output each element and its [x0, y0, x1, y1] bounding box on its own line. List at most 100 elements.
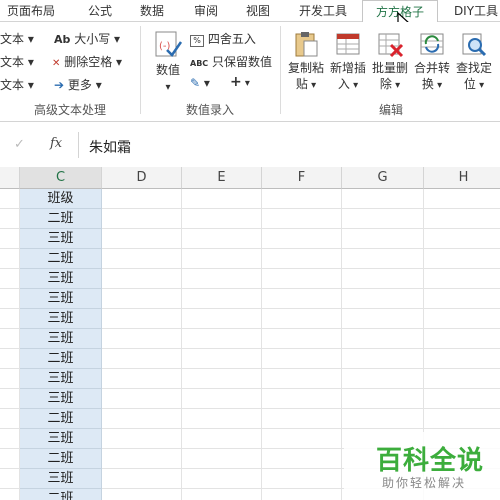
grid-cell[interactable]: [102, 449, 182, 469]
delete-space-button[interactable]: ✕ 删除空格 ▾: [52, 53, 122, 70]
cell-c[interactable]: 二班: [20, 409, 102, 429]
grid-cell[interactable]: [182, 369, 262, 389]
cell-c[interactable]: 三班: [20, 469, 102, 489]
grid-cell[interactable]: [262, 369, 342, 389]
column-header-h[interactable]: H: [424, 167, 500, 189]
grid-cell[interactable]: [342, 269, 424, 289]
text-dropdown-1[interactable]: 文本 ▾: [0, 30, 34, 47]
grid-cell[interactable]: [424, 309, 500, 329]
grid-cell[interactable]: [262, 489, 342, 500]
insert-button[interactable]: 新增插 入 ▾: [328, 30, 368, 94]
grid-cell[interactable]: [102, 349, 182, 369]
grid-cell[interactable]: [342, 329, 424, 349]
grid-cell[interactable]: [262, 189, 342, 209]
grid-cell[interactable]: [0, 269, 20, 289]
grid-cell[interactable]: [182, 309, 262, 329]
grid-cell[interactable]: [102, 269, 182, 289]
grid-cell[interactable]: [0, 209, 20, 229]
copy-paste-button[interactable]: 复制粘 贴 ▾: [286, 30, 326, 94]
grid-cell[interactable]: [0, 329, 20, 349]
formula-input[interactable]: 朱如霜: [78, 132, 500, 158]
column-header-f[interactable]: F: [262, 167, 342, 189]
grid-cell[interactable]: [424, 349, 500, 369]
grid-cell[interactable]: [102, 489, 182, 500]
column-header-b[interactable]: [0, 167, 20, 189]
grid-cell[interactable]: [424, 249, 500, 269]
grid-cell[interactable]: [262, 289, 342, 309]
cell-c[interactable]: 三班: [20, 229, 102, 249]
grid-cell[interactable]: [424, 269, 500, 289]
cell-c[interactable]: 三班: [20, 389, 102, 409]
grid-cell[interactable]: [0, 229, 20, 249]
more-button[interactable]: ➔ 更多 ▾: [54, 76, 102, 93]
grid-cell[interactable]: [342, 249, 424, 269]
grid-cell[interactable]: [342, 409, 424, 429]
tab-diy-tools[interactable]: DIY工具: [446, 0, 500, 22]
text-dropdown-3[interactable]: 文本 ▾: [0, 76, 34, 93]
cell-c[interactable]: 三班: [20, 369, 102, 389]
grid-cell[interactable]: [262, 269, 342, 289]
grid-cell[interactable]: [262, 229, 342, 249]
cell-c[interactable]: 二班: [20, 489, 102, 500]
grid-cell[interactable]: [0, 309, 20, 329]
grid-cell[interactable]: [262, 209, 342, 229]
grid-cell[interactable]: [0, 449, 20, 469]
grid-cell[interactable]: [102, 309, 182, 329]
cell-c[interactable]: 二班: [20, 349, 102, 369]
column-header-c[interactable]: C: [20, 167, 102, 189]
grid-cell[interactable]: [0, 289, 20, 309]
tab-page-layout[interactable]: 页面布局: [0, 0, 64, 22]
edit-dropdown-button[interactable]: ✎ ▾: [190, 76, 210, 90]
grid-cell[interactable]: [102, 369, 182, 389]
keep-value-button[interactable]: ABC 只保留数值: [190, 53, 272, 70]
grid-cell[interactable]: [0, 189, 20, 209]
grid-cell[interactable]: [182, 429, 262, 449]
grid-cell[interactable]: [424, 409, 500, 429]
grid-cell[interactable]: [0, 429, 20, 449]
grid-cell[interactable]: [424, 369, 500, 389]
grid-cell[interactable]: [424, 329, 500, 349]
grid-cell[interactable]: [182, 269, 262, 289]
grid-cell[interactable]: [102, 469, 182, 489]
grid-cell[interactable]: [182, 329, 262, 349]
grid-cell[interactable]: [102, 249, 182, 269]
grid-cell[interactable]: [0, 369, 20, 389]
tab-data[interactable]: 数据: [132, 0, 172, 22]
grid-cell[interactable]: [182, 289, 262, 309]
grid-cell[interactable]: [102, 229, 182, 249]
grid-cell[interactable]: [102, 429, 182, 449]
column-header-e[interactable]: E: [182, 167, 262, 189]
grid-cell[interactable]: [342, 369, 424, 389]
tab-review[interactable]: 审阅: [184, 0, 228, 22]
grid-cell[interactable]: [424, 229, 500, 249]
grid-cell[interactable]: [182, 249, 262, 269]
round-button[interactable]: % 四舍五入: [190, 30, 256, 47]
grid-cell[interactable]: [262, 309, 342, 329]
grid-cell[interactable]: [342, 349, 424, 369]
cell-c[interactable]: 三班: [20, 289, 102, 309]
find-locate-button[interactable]: 查找定 位 ▾: [454, 30, 494, 94]
case-button[interactable]: Ab 大小写 ▾: [54, 30, 120, 47]
grid-cell[interactable]: [342, 189, 424, 209]
grid-cell[interactable]: [102, 389, 182, 409]
grid-cell[interactable]: [342, 309, 424, 329]
grid-cell[interactable]: [182, 349, 262, 369]
grid-cell[interactable]: [342, 389, 424, 409]
grid-cell[interactable]: [182, 389, 262, 409]
cell-c[interactable]: 三班: [20, 309, 102, 329]
tab-formulas[interactable]: 公式: [78, 0, 122, 22]
grid-cell[interactable]: [262, 349, 342, 369]
grid-cell[interactable]: [424, 189, 500, 209]
column-header-g[interactable]: G: [342, 167, 424, 189]
grid-cell[interactable]: [102, 289, 182, 309]
value-button[interactable]: (-) 数值 ▾: [148, 30, 188, 96]
cell-c[interactable]: 三班: [20, 429, 102, 449]
fx-icon[interactable]: fx: [50, 136, 62, 151]
cell-c[interactable]: 二班: [20, 449, 102, 469]
grid-cell[interactable]: [182, 449, 262, 469]
grid-cell[interactable]: [0, 489, 20, 500]
text-dropdown-2[interactable]: 文本 ▾: [0, 53, 34, 70]
cell-c[interactable]: 班级: [20, 189, 102, 209]
grid-cell[interactable]: [0, 249, 20, 269]
grid-cell[interactable]: [262, 409, 342, 429]
